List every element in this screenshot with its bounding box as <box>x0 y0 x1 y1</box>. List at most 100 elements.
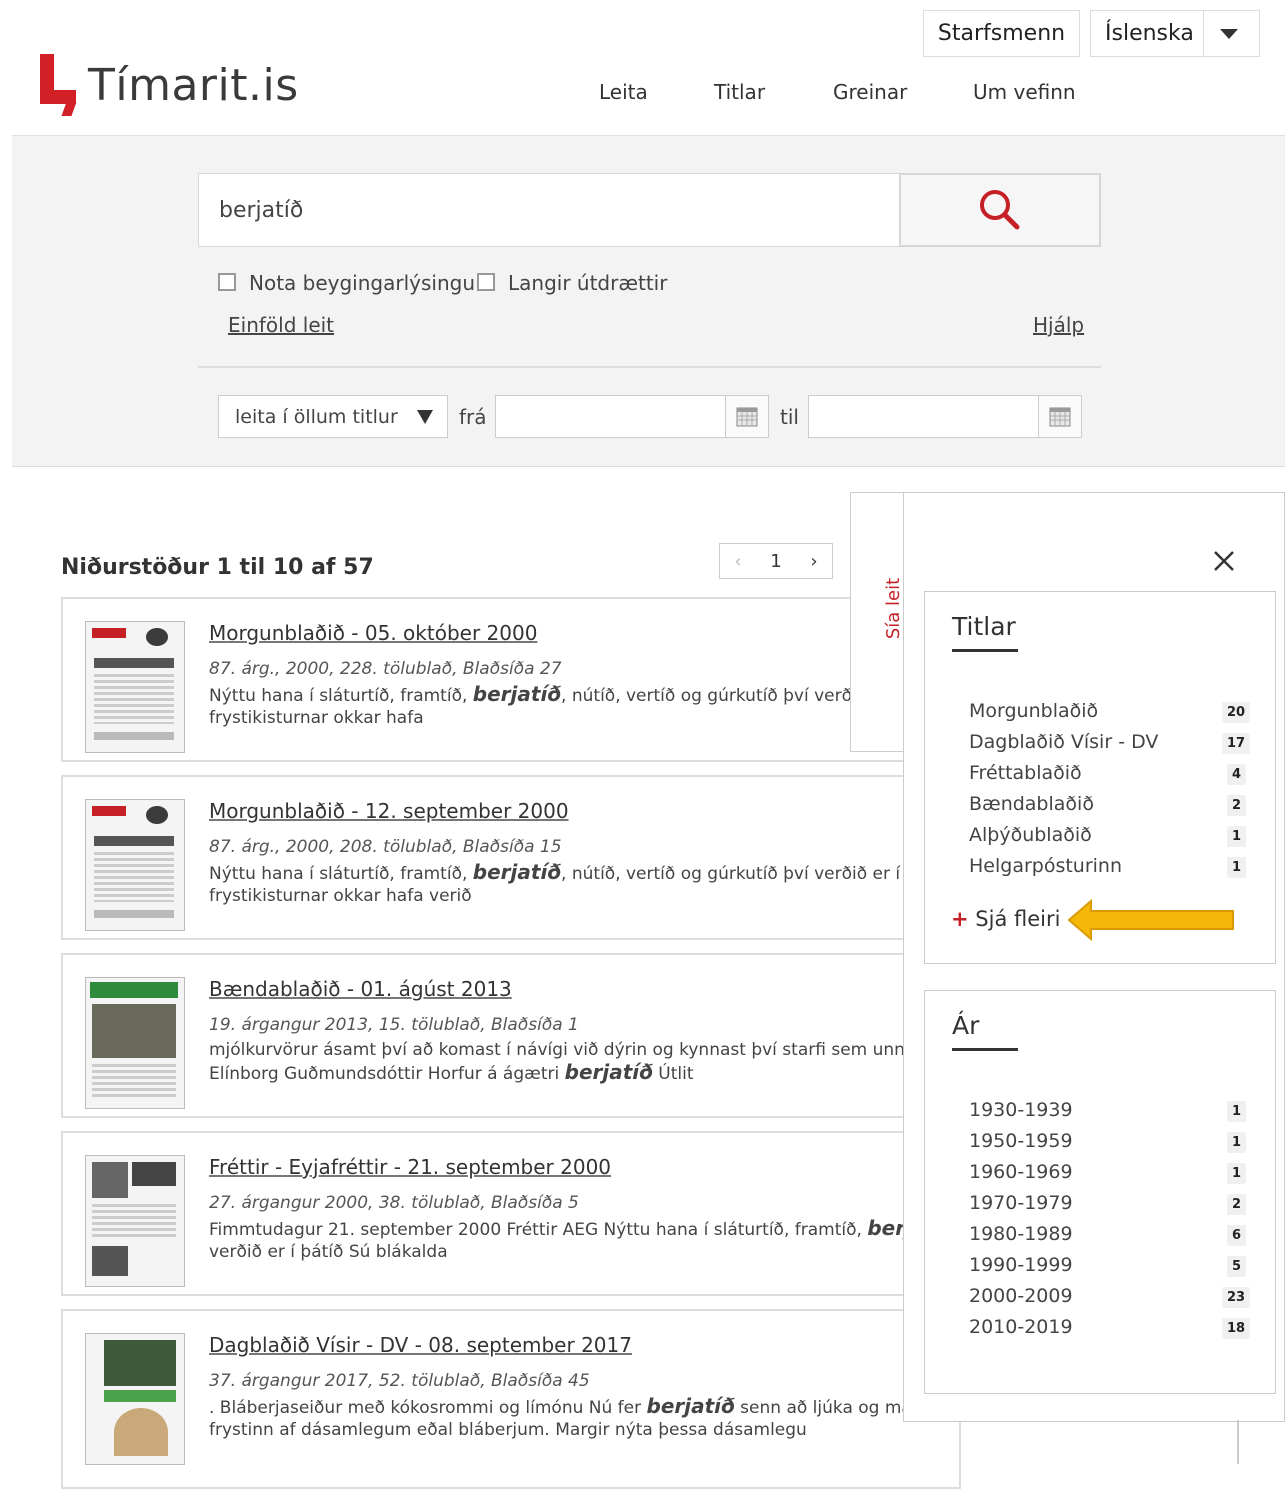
years-heading: Ár <box>952 1011 980 1040</box>
page-thumbnail[interactable] <box>85 621 185 753</box>
logo-mark-tail <box>61 102 77 116</box>
see-more-link[interactable]: + Sjá fleiri <box>951 907 1060 931</box>
site-logo[interactable]: Tímarit.is <box>38 52 298 118</box>
count-badge: 5 <box>1227 1256 1247 1277</box>
thumb-text <box>92 1204 176 1240</box>
result-item[interactable]: Bændablaðið - 01. ágúst 2013 19. árgangu… <box>61 953 961 1118</box>
thumb-ad <box>132 1162 176 1186</box>
to-date-input[interactable] <box>808 395 1039 438</box>
count-badge: 1 <box>1227 1101 1247 1122</box>
result-item[interactable]: Morgunblaðið - 05. október 2000 87. árg.… <box>61 597 961 762</box>
title-select[interactable]: leita í öllum titlur <box>218 395 448 438</box>
page-thumbnail[interactable] <box>85 977 185 1109</box>
count-badge: 2 <box>1227 1194 1247 1215</box>
filter-tab[interactable]: Sía leit <box>850 492 904 752</box>
titles-heading: Titlar <box>952 612 1016 641</box>
inflection-label: Nota beygingarlýsingu <box>249 271 476 295</box>
page-thumbnail[interactable] <box>85 799 185 931</box>
result-title[interactable]: Morgunblaðið - 05. október 2000 <box>209 621 537 645</box>
page-thumbnail[interactable] <box>85 1155 185 1287</box>
result-title[interactable]: Fréttir - Eyjafréttir - 21. september 20… <box>209 1155 611 1179</box>
facet-item[interactable]: Helgarpósturinn <box>969 855 1122 877</box>
staff-button[interactable]: Starfsmenn <box>923 10 1080 57</box>
snippet-text: Nýttu hana í sláturtíð, framtíð, <box>209 686 473 706</box>
result-snippet: mjólkurvörur ásamt því að komast í návíg… <box>209 1039 936 1085</box>
facet-item[interactable]: Fréttablaðið <box>969 762 1082 784</box>
thumb-logo <box>92 628 126 638</box>
facet-item[interactable]: 1950-1959 <box>969 1130 1073 1152</box>
result-snippet: Nýttu hana í sláturtíð, framtíð, berjatí… <box>209 683 883 729</box>
result-snippet: Nýttu hana í sláturtíð, framtíð, berjatí… <box>209 861 933 907</box>
count-badge: 20 <box>1222 702 1251 723</box>
nav-articles[interactable]: Greinar <box>833 80 907 104</box>
result-meta: 37. árgangur 2017, 52. tölublað, Blaðsíð… <box>209 1371 590 1391</box>
facet-item[interactable]: 2010-2019 <box>969 1316 1073 1338</box>
result-item[interactable]: Morgunblaðið - 12. september 2000 87. ár… <box>61 775 961 940</box>
facet-item[interactable]: 1930-1939 <box>969 1099 1073 1121</box>
simple-search-link[interactable]: Einföld leit <box>228 313 334 337</box>
plus-icon: + <box>951 907 969 931</box>
result-meta: 27. árgangur 2000, 38. tölublað, Blaðsíð… <box>209 1193 579 1213</box>
scrollbar[interactable] <box>1237 1420 1239 1464</box>
count-badge: 6 <box>1227 1225 1247 1246</box>
language-select[interactable]: Íslenska <box>1090 10 1260 57</box>
dropdown-arrow-icon <box>417 410 433 424</box>
facet-item[interactable]: Alþýðublaðið <box>969 824 1092 846</box>
results-heading: Niðurstöður 1 til 10 af 57 <box>61 555 374 580</box>
result-item[interactable]: Fréttir - Eyjafréttir - 21. september 20… <box>61 1131 961 1296</box>
count-badge: 18 <box>1222 1318 1251 1339</box>
snippet-text: Nýttu hana í sláturtíð, framtíð, <box>209 864 473 884</box>
see-more-label: Sjá fleiri <box>975 907 1061 931</box>
snippet-text: verðið er í þátíð Sú blákalda <box>209 1242 448 1262</box>
snippet-text: frystikisturnar okkar hafa verið <box>209 886 472 906</box>
long-excerpts-checkbox[interactable] <box>477 273 495 291</box>
result-title[interactable]: Morgunblaðið - 12. september 2000 <box>209 799 569 823</box>
result-title[interactable]: Bændablaðið - 01. ágúst 2013 <box>209 977 512 1001</box>
facet-item[interactable]: 1990-1999 <box>969 1254 1073 1276</box>
calendar-icon <box>736 407 758 426</box>
to-label: til <box>780 405 799 429</box>
nav-about[interactable]: Um vefinn <box>973 80 1076 104</box>
thumb-photo <box>146 806 168 824</box>
thumb-photo <box>146 628 168 646</box>
from-calendar-button[interactable] <box>725 395 769 438</box>
prev-page-icon[interactable]: ‹ <box>734 551 741 572</box>
facet-item[interactable]: 2000-2009 <box>969 1285 1073 1307</box>
snippet-text: Elínborg Guðmundsdóttir Horfur á ágætri <box>209 1064 565 1084</box>
from-date-input[interactable] <box>495 395 726 438</box>
nav-titles[interactable]: Titlar <box>714 80 765 104</box>
page-thumbnail[interactable] <box>85 1333 185 1465</box>
facet-item[interactable]: Dagblaðið Vísir - DV <box>969 731 1158 753</box>
result-snippet: Fimmtudagur 21. september 2000 Fréttir A… <box>209 1217 925 1263</box>
thumb-banner <box>94 836 174 846</box>
search-icon <box>980 190 1020 230</box>
result-title[interactable]: Dagblaðið Vísir - DV - 08. september 201… <box>209 1333 632 1357</box>
title-select-value: leita í öllum titlur <box>235 405 398 428</box>
snippet-highlight: berjatíð <box>564 1060 653 1084</box>
thumb-footer <box>94 732 174 740</box>
inflection-checkbox[interactable] <box>218 273 236 291</box>
nav-search[interactable]: Leita <box>599 80 648 104</box>
facet-item[interactable]: Bændablaðið <box>969 793 1094 815</box>
thumb-banner <box>94 658 174 668</box>
facet-item[interactable]: 1980-1989 <box>969 1223 1073 1245</box>
thumb-banner <box>104 1390 176 1402</box>
count-badge: 1 <box>1227 1163 1247 1184</box>
search-button[interactable] <box>899 173 1101 247</box>
search-input[interactable]: berjatíð <box>198 173 900 247</box>
heading-underline <box>952 649 1018 652</box>
facet-item[interactable]: 1960-1969 <box>969 1161 1073 1183</box>
count-badge: 2 <box>1227 795 1247 816</box>
next-page-icon[interactable]: › <box>810 551 817 572</box>
facet-item[interactable]: Morgunblaðið <box>969 700 1098 722</box>
current-page[interactable]: 1 <box>770 551 781 572</box>
thumb-text <box>94 674 174 724</box>
facet-item[interactable]: 1970-1979 <box>969 1192 1073 1214</box>
result-item[interactable]: Dagblaðið Vísir - DV - 08. september 201… <box>61 1309 961 1489</box>
close-icon[interactable] <box>1211 548 1237 574</box>
help-link[interactable]: Hjálp <box>1033 313 1084 337</box>
count-badge: 1 <box>1227 1132 1247 1153</box>
snippet-text: Útlit <box>652 1064 694 1084</box>
filter-panel: Titlar Morgunblaðið 20 Dagblaðið Vísir -… <box>903 492 1285 1422</box>
to-calendar-button[interactable] <box>1038 395 1082 438</box>
